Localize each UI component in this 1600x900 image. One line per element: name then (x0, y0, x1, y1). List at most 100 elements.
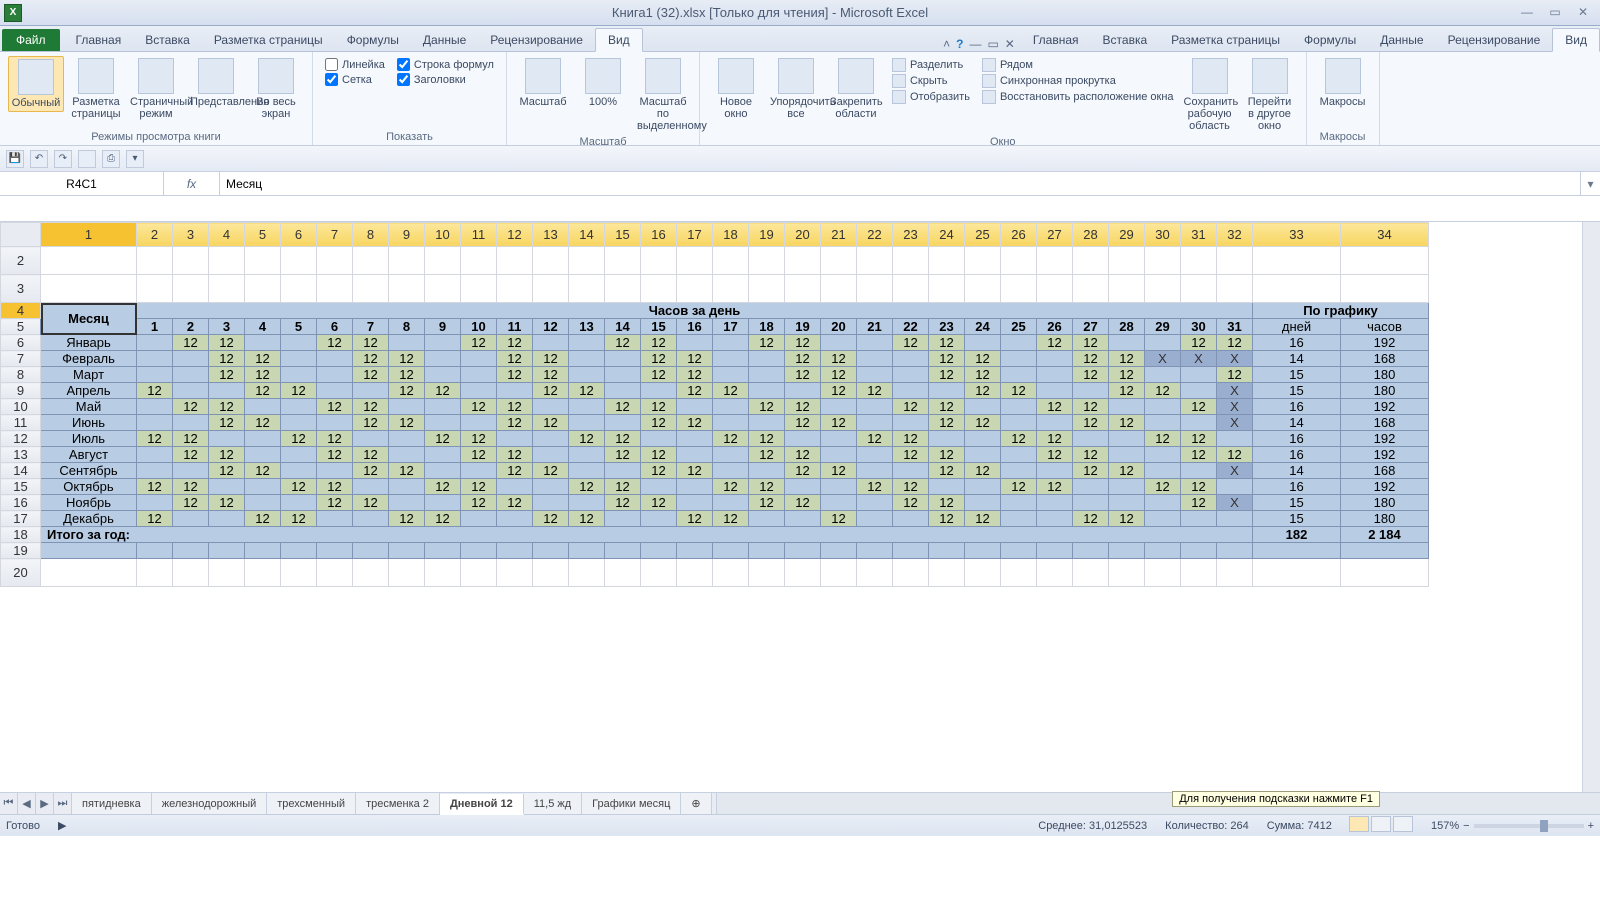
data-5-12[interactable] (569, 415, 605, 431)
cell-19-27[interactable] (1037, 543, 1073, 559)
data-10-9[interactable]: 12 (461, 495, 497, 511)
cell-3-18[interactable] (713, 275, 749, 303)
cell-19-15[interactable] (605, 543, 641, 559)
cell-20-24[interactable] (929, 559, 965, 587)
view-normal-icon[interactable] (1349, 816, 1369, 832)
day-header-27[interactable]: 27 (1073, 319, 1109, 335)
data-7-11[interactable] (533, 447, 569, 463)
data-5-5[interactable] (317, 415, 353, 431)
data-6-27[interactable] (1109, 431, 1145, 447)
sched-6-0[interactable]: 16 (1253, 431, 1341, 447)
data-1-30[interactable]: X (1217, 351, 1253, 367)
sched-0-0[interactable]: 16 (1253, 335, 1341, 351)
data-9-29[interactable]: 12 (1181, 479, 1217, 495)
doc-close-icon[interactable]: ✕ (1005, 37, 1015, 51)
doc-restore-icon[interactable]: ▭ (987, 37, 998, 51)
ribbon-tab-2[interactable]: Разметка страницы (202, 29, 335, 51)
cell-2-24[interactable] (929, 247, 965, 275)
data-8-18[interactable]: 12 (785, 463, 821, 479)
data-1-20[interactable] (857, 351, 893, 367)
data-8-16[interactable] (713, 463, 749, 479)
data-1-1[interactable] (173, 351, 209, 367)
data-11-3[interactable]: 12 (245, 511, 281, 527)
horizontal-scrollbar[interactable]: Для получения подсказки нажмите F1 (716, 793, 1600, 814)
sched-1-1[interactable]: 168 (1341, 351, 1429, 367)
cell-20-32[interactable] (1217, 559, 1253, 587)
cell-2-16[interactable] (641, 247, 677, 275)
data-9-2[interactable] (209, 479, 245, 495)
data-9-9[interactable]: 12 (461, 479, 497, 495)
total-days[interactable]: 182 (1253, 527, 1341, 543)
data-11-30[interactable] (1217, 511, 1253, 527)
data-10-13[interactable]: 12 (605, 495, 641, 511)
month-name-4[interactable]: Май (41, 399, 137, 415)
data-8-1[interactable] (173, 463, 209, 479)
ribbon-tab-1[interactable]: Вставка (133, 29, 202, 51)
data-5-28[interactable] (1145, 415, 1181, 431)
cell-20-23[interactable] (893, 559, 929, 587)
cell-3-27[interactable] (1037, 275, 1073, 303)
data-10-11[interactable] (533, 495, 569, 511)
data-3-27[interactable]: 12 (1109, 383, 1145, 399)
month-name-2[interactable]: Март (41, 367, 137, 383)
data-5-17[interactable] (749, 415, 785, 431)
col-header-8[interactable]: 8 (353, 223, 389, 247)
data-7-20[interactable] (857, 447, 893, 463)
data-9-11[interactable] (533, 479, 569, 495)
data-1-24[interactable] (1001, 351, 1037, 367)
sched-3-0[interactable]: 15 (1253, 383, 1341, 399)
ribbon-tab-4[interactable]: Данные (1368, 29, 1435, 51)
col-header-32[interactable]: 32 (1217, 223, 1253, 247)
data-4-1[interactable]: 12 (173, 399, 209, 415)
data-6-9[interactable]: 12 (461, 431, 497, 447)
data-9-8[interactable]: 12 (425, 479, 461, 495)
data-6-10[interactable] (497, 431, 533, 447)
cell-3-22[interactable] (857, 275, 893, 303)
data-2-14[interactable]: 12 (641, 367, 677, 383)
data-3-17[interactable] (749, 383, 785, 399)
day-header-4[interactable]: 4 (245, 319, 281, 335)
data-9-14[interactable] (641, 479, 677, 495)
data-0-1[interactable]: 12 (173, 335, 209, 351)
day-header-26[interactable]: 26 (1037, 319, 1073, 335)
data-3-23[interactable]: 12 (965, 383, 1001, 399)
data-1-8[interactable] (425, 351, 461, 367)
sheet-tab-new[interactable]: ⊕ (681, 793, 711, 814)
data-0-15[interactable] (677, 335, 713, 351)
data-7-10[interactable]: 12 (497, 447, 533, 463)
cell-20-9[interactable] (389, 559, 425, 587)
data-9-30[interactable] (1217, 479, 1253, 495)
col-header-19[interactable]: 19 (749, 223, 785, 247)
show-check-1[interactable]: Строка формул (397, 58, 494, 71)
data-8-13[interactable] (605, 463, 641, 479)
data-2-17[interactable] (749, 367, 785, 383)
data-6-28[interactable]: 12 (1145, 431, 1181, 447)
data-5-9[interactable] (461, 415, 497, 431)
cell-19-28[interactable] (1073, 543, 1109, 559)
qat-print-icon[interactable]: ⎙ (102, 150, 120, 168)
data-10-23[interactable] (965, 495, 1001, 511)
data-8-30[interactable]: X (1217, 463, 1253, 479)
cell-2-29[interactable] (1109, 247, 1145, 275)
col-header-26[interactable]: 26 (1001, 223, 1037, 247)
day-header-19[interactable]: 19 (785, 319, 821, 335)
cell-20-10[interactable] (425, 559, 461, 587)
data-5-24[interactable] (1001, 415, 1037, 431)
data-5-16[interactable] (713, 415, 749, 431)
data-4-21[interactable]: 12 (893, 399, 929, 415)
sheet-tab-0[interactable]: пятидневка (72, 793, 152, 814)
cell-19-14[interactable] (569, 543, 605, 559)
data-4-25[interactable]: 12 (1037, 399, 1073, 415)
data-9-28[interactable]: 12 (1145, 479, 1181, 495)
data-7-13[interactable]: 12 (605, 447, 641, 463)
data-8-15[interactable]: 12 (677, 463, 713, 479)
cell-20-3[interactable] (173, 559, 209, 587)
worksheet-grid[interactable]: 1234567891011121314151617181920212223242… (0, 222, 1600, 792)
data-11-9[interactable] (461, 511, 497, 527)
col-header-17[interactable]: 17 (677, 223, 713, 247)
ribbon-tab-5[interactable]: Рецензирование (1436, 29, 1553, 51)
data-9-20[interactable]: 12 (857, 479, 893, 495)
data-10-17[interactable]: 12 (749, 495, 785, 511)
data-1-25[interactable] (1037, 351, 1073, 367)
data-4-22[interactable]: 12 (929, 399, 965, 415)
